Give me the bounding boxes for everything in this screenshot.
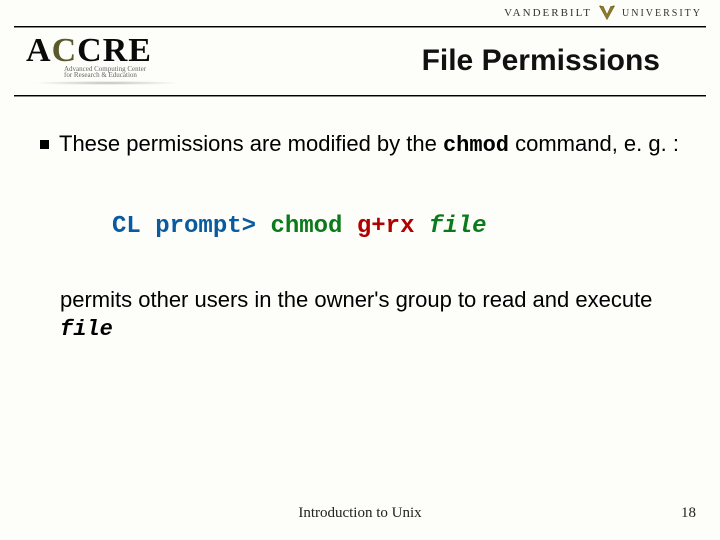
explanation-file: file — [60, 317, 113, 342]
accre-shadow — [32, 81, 182, 85]
header: VANDERBILT UNIVERSITY ACCRE Advanced Com… — [0, 0, 720, 100]
divider-bottom — [14, 95, 706, 96]
vanderbilt-text-right: UNIVERSITY — [622, 8, 702, 19]
command-cmd: chmod — [270, 213, 342, 240]
vanderbilt-text-left: VANDERBILT — [504, 7, 592, 19]
slide-title: File Permissions — [422, 44, 660, 78]
command-arg: g+rx — [357, 213, 415, 240]
page-number: 18 — [681, 505, 696, 522]
accre-letters: ACCRE — [26, 34, 182, 68]
footer-title: Introduction to Unix — [0, 505, 720, 522]
vanderbilt-v-icon — [598, 4, 616, 22]
accre-subtitle-2: for Research & Education — [64, 72, 182, 80]
accre-logo: ACCRE Advanced Computing Center for Rese… — [26, 34, 182, 85]
vanderbilt-logo: VANDERBILT UNIVERSITY — [504, 4, 702, 22]
explanation-before: permits other users in the owner's group… — [60, 287, 652, 312]
command-prompt: CL prompt> — [112, 213, 256, 240]
bullet-code: chmod — [443, 133, 509, 158]
bullet-square-icon — [40, 140, 49, 149]
explanation-text: permits other users in the owner's group… — [60, 286, 680, 345]
divider-top — [14, 26, 706, 27]
slide-body: These permissions are modified by the ch… — [40, 130, 680, 345]
bullet-text-before: These permissions are modified by the — [59, 131, 443, 156]
slide: VANDERBILT UNIVERSITY ACCRE Advanced Com… — [0, 0, 720, 540]
bullet-item: These permissions are modified by the ch… — [40, 130, 680, 161]
command-line: CL prompt> chmod g+rx file — [112, 213, 680, 240]
command-file: file — [429, 213, 487, 240]
top-bar: VANDERBILT UNIVERSITY — [0, 0, 720, 26]
bullet-text-after: command, e. g. : — [509, 131, 679, 156]
bullet-text: These permissions are modified by the ch… — [59, 130, 679, 161]
